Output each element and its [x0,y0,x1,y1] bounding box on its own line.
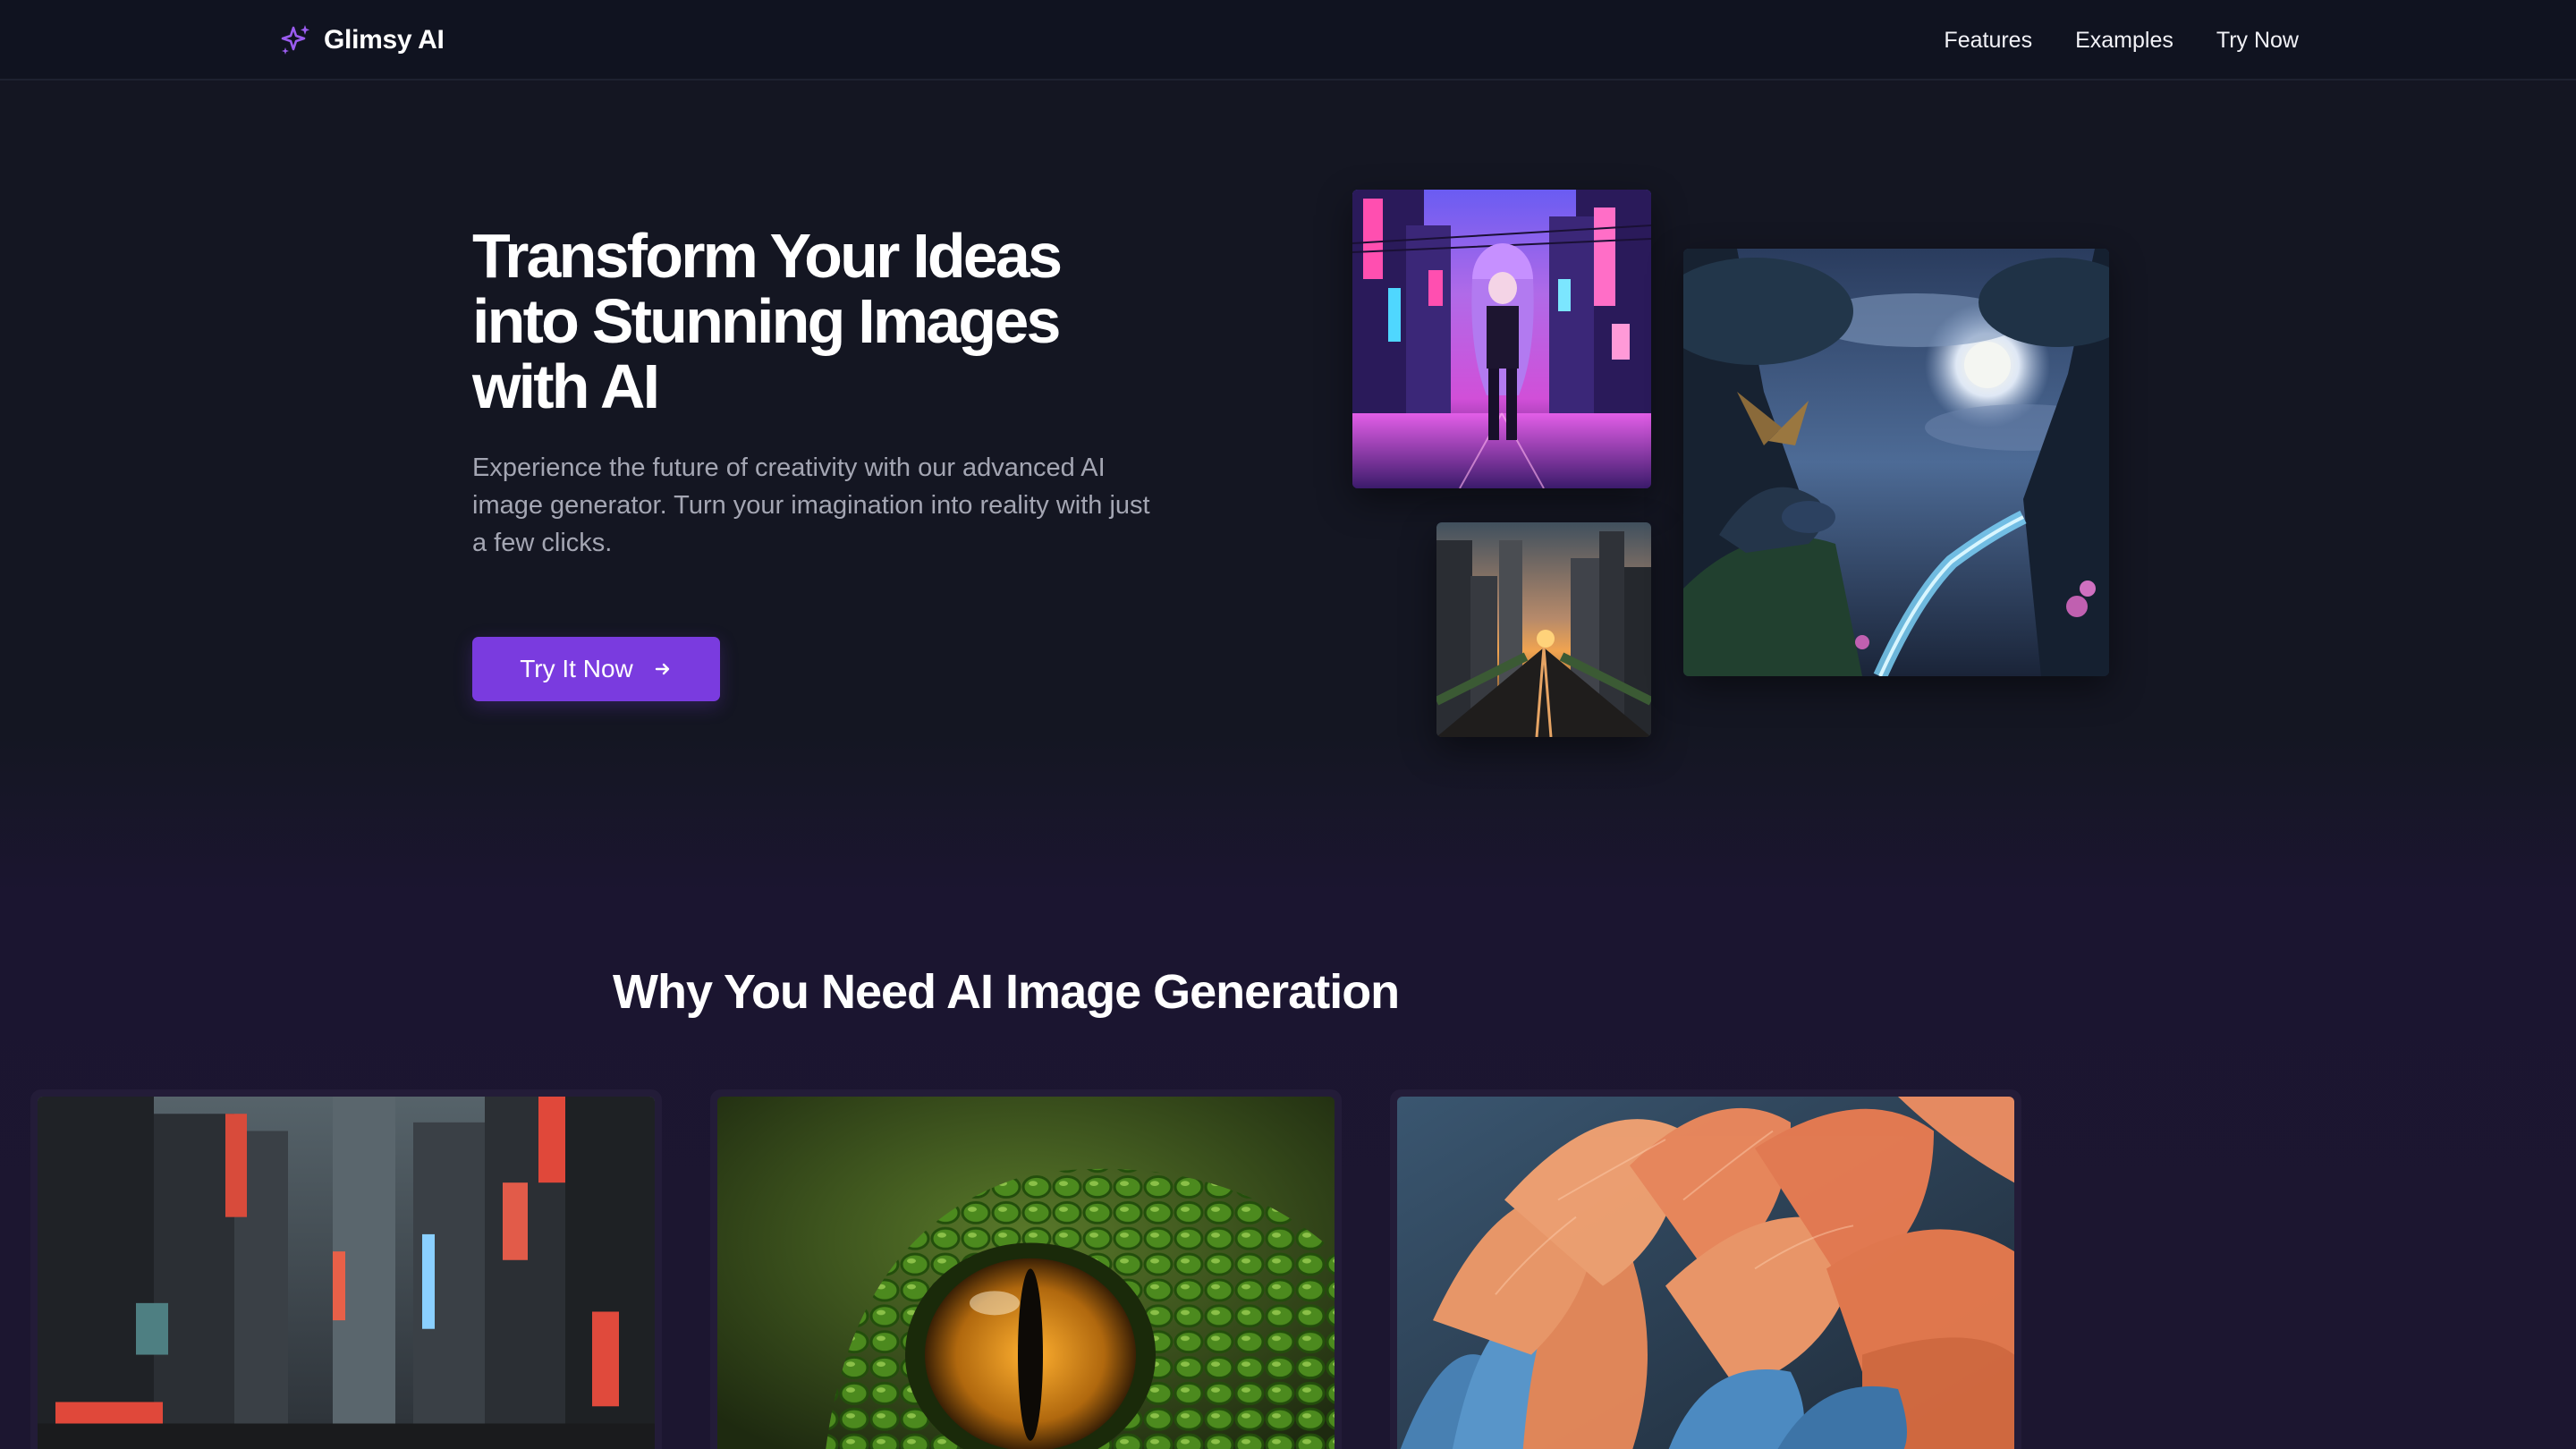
brand-logo-link[interactable]: Glimsy AI [277,20,445,61]
section-title: Why You Need AI Image Generation [613,965,1400,1019]
reptile-eye-image [717,1097,1335,1449]
try-it-now-button[interactable]: Try It Now [472,637,720,701]
anime-neon-street-image [1352,190,1651,488]
hero-subtitle: Experience the future of creativity with… [472,453,1150,557]
cta-label: Try It Now [520,655,633,682]
feature-card-colorful-feathers [1390,1089,2021,1449]
city-sunset-street-image [1436,522,1651,737]
dragon-moonlit-forest-image [1683,249,2109,676]
colorful-feathers-image [1397,1097,2014,1449]
brand-name: Glimsy AI [324,25,445,55]
nav-link-try-now[interactable]: Try Now [2216,28,2299,54]
nav-link-examples[interactable]: Examples [2075,28,2174,54]
main-nav: Features Examples Try Now [1944,20,2299,61]
feature-card-reptile-eye [710,1089,1342,1449]
hero-title: Transform Your Ideas into Stunning Image… [472,221,1063,421]
cyberpunk-city-image [38,1097,655,1449]
nav-link-features[interactable]: Features [1944,28,2032,54]
page: Glimsy AI Features Examples Try Now Tran… [0,0,2576,1449]
arrow-right-icon [655,663,669,675]
feature-card-cyberpunk-city [30,1089,662,1449]
sparkles-icon [281,25,309,55]
top-navigation-bar: Glimsy AI Features Examples Try Now [0,0,2576,80]
